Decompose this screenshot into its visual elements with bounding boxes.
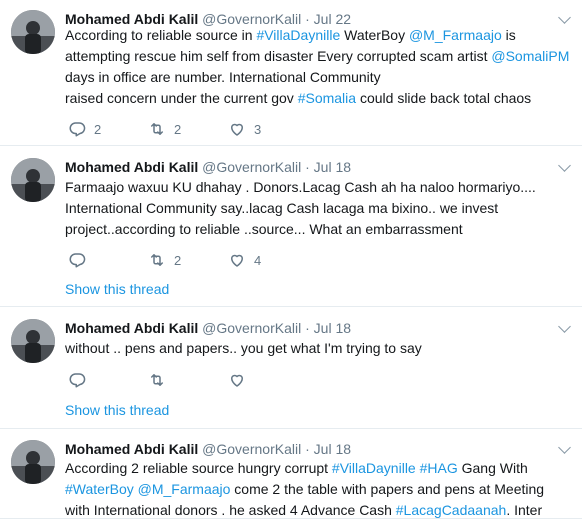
tweet-text: According to reliable source in #VillaDa… bbox=[65, 25, 570, 109]
tweet-link[interactable]: @M_Farmaajo bbox=[138, 481, 231, 497]
tweet-text-line: project..according to reliable ..source.… bbox=[65, 219, 570, 240]
retweet-icon bbox=[148, 120, 166, 138]
like-count: 3 bbox=[254, 121, 262, 137]
like-button[interactable] bbox=[228, 370, 254, 390]
tweet-link[interactable]: #Somalia bbox=[298, 90, 356, 106]
chevron-down-icon[interactable] bbox=[558, 11, 571, 24]
tweet-text-segment: Farmaajo waxuu KU dhahay . Donors.Lacag … bbox=[65, 179, 536, 195]
tweet-text-line: #WaterBoy @M_Farmaajo come 2 the table w… bbox=[65, 479, 570, 500]
tweet-text-segment: could slide back total chaos bbox=[356, 90, 532, 106]
show-thread-link[interactable]: Show this thread bbox=[65, 280, 169, 298]
tweet-actions bbox=[68, 370, 308, 390]
reply-icon bbox=[68, 371, 86, 389]
chevron-down-icon[interactable] bbox=[558, 320, 571, 333]
heart-icon bbox=[228, 371, 246, 389]
tweet-text-segment: come 2 the table with papers and pens at… bbox=[230, 481, 545, 497]
avatar[interactable] bbox=[11, 440, 55, 484]
reply-icon bbox=[68, 120, 86, 138]
retweet-count: 2 bbox=[174, 252, 182, 268]
tweet-time[interactable]: Jul 18 bbox=[314, 159, 351, 175]
chevron-down-icon[interactable] bbox=[558, 441, 571, 454]
separator-dot: · bbox=[301, 320, 314, 336]
tweet-actions: 2 2 3 bbox=[68, 119, 308, 139]
tweet-text-segment: attempting rescue him self from disaster… bbox=[65, 48, 492, 64]
heart-icon bbox=[228, 120, 246, 138]
author-handle[interactable]: @GovernorKalil bbox=[198, 159, 301, 175]
tweet-card[interactable]: Mohamed Abdi Kalil @GovernorKalil · Jul … bbox=[0, 146, 582, 307]
avatar[interactable] bbox=[11, 10, 55, 54]
avatar[interactable] bbox=[11, 158, 55, 202]
tweet-text: Farmaajo waxuu KU dhahay . Donors.Lacag … bbox=[65, 177, 570, 240]
author-name[interactable]: Mohamed Abdi Kalil bbox=[65, 441, 198, 457]
retweet-count: 2 bbox=[174, 121, 182, 137]
tweet-text-line: attempting rescue him self from disaster… bbox=[65, 46, 570, 67]
tweet-text-segment: According to reliable source in bbox=[65, 27, 257, 43]
tweet-card[interactable]: Mohamed Abdi Kalil @GovernorKalil · Jul … bbox=[0, 307, 582, 429]
tweet-header: Mohamed Abdi Kalil @GovernorKalil · Jul … bbox=[65, 158, 351, 176]
tweet-text-segment: without .. pens and papers.. you get wha… bbox=[65, 340, 422, 356]
tweet-text-segment: Gang With bbox=[457, 460, 528, 476]
tweet-actions: 24 bbox=[68, 250, 308, 270]
tweet-text: According 2 reliable source hungry corru… bbox=[65, 458, 570, 521]
author-name[interactable]: Mohamed Abdi Kalil bbox=[65, 320, 198, 336]
retweet-icon bbox=[148, 371, 166, 389]
tweet-link[interactable]: @SomaliPM bbox=[491, 48, 569, 64]
separator-dot: · bbox=[301, 159, 314, 175]
tweet-link[interactable]: #LacagCadaanah bbox=[396, 502, 507, 518]
tweet-text-line: with International donors . he asked 4 A… bbox=[65, 500, 570, 521]
tweet-text-segment: is bbox=[501, 27, 516, 43]
author-name[interactable]: Mohamed Abdi Kalil bbox=[65, 159, 198, 175]
tweet-text-segment: days in office are number. International… bbox=[65, 69, 381, 85]
retweet-button[interactable]: 2 bbox=[148, 119, 181, 139]
tweet-text-line: Farmaajo waxuu KU dhahay . Donors.Lacag … bbox=[65, 177, 570, 198]
reply-count: 2 bbox=[94, 121, 102, 137]
tweet-link[interactable]: #VillaDaynille bbox=[332, 460, 416, 476]
tweet-card[interactable]: Mohamed Abdi Kalil @GovernorKalil · Jul … bbox=[0, 0, 582, 146]
tweet-text-segment: WaterBoy bbox=[340, 27, 409, 43]
tweet-time[interactable]: Jul 18 bbox=[314, 441, 351, 457]
tweet-text-line: days in office are number. International… bbox=[65, 67, 570, 88]
like-count: 4 bbox=[254, 252, 262, 268]
tweet-text-segment: . Inter bbox=[506, 502, 543, 518]
heart-icon bbox=[228, 251, 246, 269]
like-button[interactable]: 4 bbox=[228, 250, 261, 270]
tweet-text-line: International Community say..lacag Cash … bbox=[65, 198, 570, 219]
like-button[interactable]: 3 bbox=[228, 119, 261, 139]
tweet-text-line: According 2 reliable source hungry corru… bbox=[65, 458, 570, 479]
chevron-down-icon[interactable] bbox=[558, 159, 571, 172]
tweet-text-segment: with International donors . he asked 4 A… bbox=[65, 502, 396, 518]
tweet-time[interactable]: Jul 18 bbox=[314, 320, 351, 336]
tweet-text-line: without .. pens and papers.. you get wha… bbox=[65, 338, 570, 359]
tweet-text-line: According to reliable source in #VillaDa… bbox=[65, 25, 570, 46]
tweet-card[interactable]: Mohamed Abdi Kalil @GovernorKalil · Jul … bbox=[0, 429, 582, 519]
tweet-link[interactable]: #WaterBoy bbox=[65, 481, 134, 497]
retweet-icon bbox=[148, 251, 166, 269]
tweet-text-segment: project..according to reliable ..source.… bbox=[65, 221, 463, 237]
tweet-text-segment: International Community say..lacag Cash … bbox=[65, 200, 499, 216]
tweet-header: Mohamed Abdi Kalil @GovernorKalil · Jul … bbox=[65, 319, 351, 337]
tweet-text-line: raised concern under the current gov #So… bbox=[65, 88, 570, 109]
tweet-text: without .. pens and papers.. you get wha… bbox=[65, 338, 570, 359]
author-handle[interactable]: @GovernorKalil bbox=[198, 320, 301, 336]
separator-dot: · bbox=[301, 441, 314, 457]
reply-button[interactable]: 2 bbox=[68, 119, 101, 139]
tweet-link[interactable]: @M_Farmaajo bbox=[409, 27, 502, 43]
reply-button[interactable] bbox=[68, 250, 94, 270]
reply-icon bbox=[68, 251, 86, 269]
tweet-text-segment: raised concern under the current gov bbox=[65, 90, 298, 106]
tweet-text-segment: According 2 reliable source hungry corru… bbox=[65, 460, 332, 476]
avatar[interactable] bbox=[11, 319, 55, 363]
tweet-link[interactable]: #VillaDaynille bbox=[256, 27, 340, 43]
reply-button[interactable] bbox=[68, 370, 94, 390]
tweet-link[interactable]: #HAG bbox=[420, 460, 458, 476]
retweet-button[interactable]: 2 bbox=[148, 250, 181, 270]
show-thread-link[interactable]: Show this thread bbox=[65, 401, 169, 419]
retweet-button[interactable] bbox=[148, 370, 174, 390]
tweet-header: Mohamed Abdi Kalil @GovernorKalil · Jul … bbox=[65, 440, 351, 458]
author-handle[interactable]: @GovernorKalil bbox=[198, 441, 301, 457]
